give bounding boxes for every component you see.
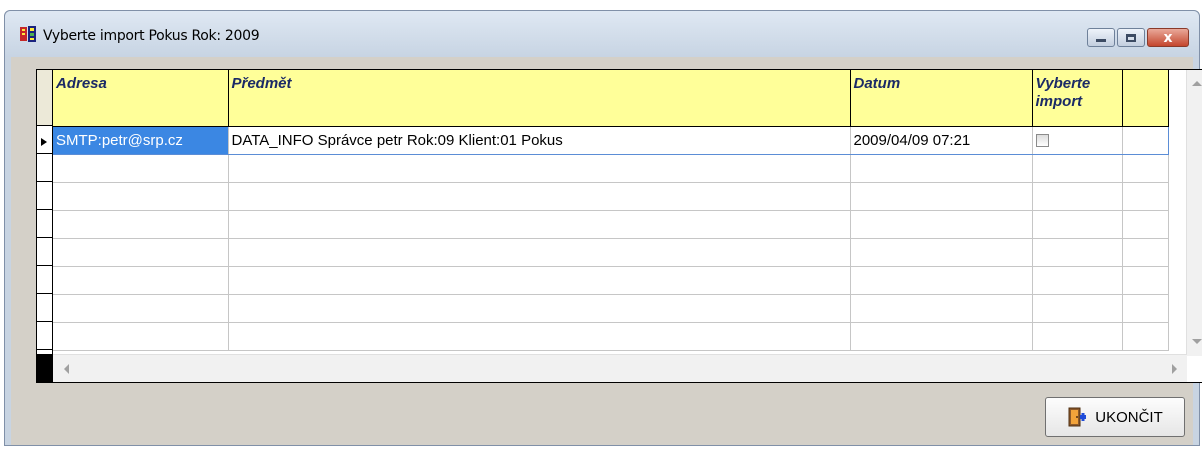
empty-cell[interactable]: [850, 322, 1033, 351]
row-indicator[interactable]: [37, 322, 52, 350]
empty-cell[interactable]: [228, 294, 851, 323]
table-row[interactable]: [53, 182, 1169, 211]
column-header-2[interactable]: Datum: [850, 70, 1033, 127]
row-indicator[interactable]: [37, 126, 52, 154]
empty-cell[interactable]: [850, 182, 1033, 211]
scroll-left-icon: [63, 364, 69, 374]
column-header-0[interactable]: Adresa: [53, 70, 229, 127]
empty-cell[interactable]: [1122, 322, 1169, 351]
empty-cell[interactable]: [1032, 210, 1123, 239]
scroll-down-button[interactable]: [1188, 332, 1202, 350]
scroll-left-button[interactable]: [57, 360, 75, 378]
empty-cell[interactable]: [53, 266, 229, 295]
empty-cell[interactable]: [1122, 154, 1169, 183]
scroll-right-icon: [1171, 364, 1177, 374]
data-table: Adresa Předmět Datum Vyberte import SMTP:pe…: [53, 70, 1169, 351]
table-row[interactable]: [53, 322, 1169, 351]
table-row[interactable]: [53, 238, 1169, 267]
cell-predmet[interactable]: DATA_INFO Správce petr Rok:09 Klient:01 …: [228, 125, 851, 155]
close-button[interactable]: x: [1147, 28, 1189, 47]
maximize-button[interactable]: [1117, 28, 1145, 47]
empty-cell[interactable]: [1122, 182, 1169, 211]
email-grid: Adresa Předmět Datum Vyberte import SMTP:pe…: [36, 69, 1202, 383]
select-import-checkbox[interactable]: [1035, 134, 1049, 148]
cell-datum[interactable]: 2009/04/09 07:21: [850, 125, 1033, 155]
minimize-icon: [1096, 39, 1106, 42]
row-indicator-column: [37, 70, 53, 356]
close-icon: x: [1163, 29, 1173, 46]
row-indicator[interactable]: [37, 238, 52, 266]
empty-cell[interactable]: [228, 238, 851, 267]
window-controls: x: [1087, 28, 1189, 47]
header-row: Adresa Předmět Datum Vyberte import: [53, 70, 1169, 127]
app-icon: [20, 26, 36, 42]
column-header-3[interactable]: Vyberte import: [1032, 70, 1123, 127]
row-indicator[interactable]: [37, 182, 52, 210]
empty-cell[interactable]: [1032, 238, 1123, 267]
empty-cell[interactable]: [850, 210, 1033, 239]
table-row[interactable]: SMTP:petr@srp.cz DATA_INFO Správce petr R…: [53, 125, 1169, 155]
grid-corner: [37, 354, 53, 382]
minimize-button[interactable]: [1087, 28, 1115, 47]
window-frame: Vyberte import Pokus Rok: 2009 x Adresa …: [4, 10, 1202, 446]
horizontal-scrollbar[interactable]: [53, 354, 1187, 382]
empty-cell[interactable]: [1122, 210, 1169, 239]
empty-cell[interactable]: [850, 266, 1033, 295]
column-header-1[interactable]: Předmět: [228, 70, 851, 127]
empty-cell[interactable]: [1032, 182, 1123, 211]
empty-cell[interactable]: [1032, 322, 1123, 351]
current-row-arrow-icon: [41, 138, 47, 146]
table-row[interactable]: [53, 210, 1169, 239]
window-title: Vyberte import Pokus Rok: 2009: [43, 28, 260, 44]
scroll-right-button[interactable]: [1165, 360, 1183, 378]
scroll-down-icon: [1192, 338, 1202, 344]
empty-cell[interactable]: [1122, 294, 1169, 323]
scroll-up-button[interactable]: [1188, 74, 1202, 92]
empty-cell[interactable]: [53, 294, 229, 323]
row-indicator[interactable]: [37, 266, 52, 294]
window-client-area: Adresa Předmět Datum Vyberte import SMTP:pe…: [11, 57, 1202, 445]
exit-door-icon: [1068, 407, 1087, 427]
row-indicator[interactable]: [37, 210, 52, 238]
column-header-4[interactable]: [1122, 70, 1169, 127]
table-body: SMTP:petr@srp.cz DATA_INFO Správce petr R…: [53, 125, 1169, 351]
empty-cell[interactable]: [53, 238, 229, 267]
end-button[interactable]: UKONČIT: [1045, 397, 1185, 437]
empty-cell[interactable]: [1032, 266, 1123, 295]
scroll-up-icon: [1192, 80, 1202, 86]
empty-cell[interactable]: [1122, 266, 1169, 295]
empty-cell[interactable]: [228, 266, 851, 295]
empty-cell[interactable]: [850, 154, 1033, 183]
end-button-label: UKONČIT: [1095, 408, 1163, 426]
empty-cell[interactable]: [850, 238, 1033, 267]
table-row[interactable]: [53, 294, 1169, 323]
cell-adresa[interactable]: SMTP:petr@srp.cz: [53, 125, 229, 155]
row-indicator[interactable]: [37, 154, 52, 182]
empty-cell[interactable]: [53, 322, 229, 351]
empty-cell[interactable]: [53, 154, 229, 183]
indicator-header: [37, 70, 52, 126]
cell-vyberte-import: [1032, 125, 1123, 155]
maximize-icon: [1126, 33, 1136, 42]
title-bar[interactable]: Vyberte import Pokus Rok: 2009 x: [5, 11, 1199, 57]
app-window: Vyberte import Pokus Rok: 2009 x Adresa …: [0, 0, 1202, 450]
empty-cell[interactable]: [228, 154, 851, 183]
empty-cell[interactable]: [1122, 238, 1169, 267]
empty-cell[interactable]: [53, 182, 229, 211]
table-row[interactable]: [53, 266, 1169, 295]
table-row[interactable]: [53, 154, 1169, 183]
vertical-scrollbar[interactable]: [1186, 70, 1202, 356]
empty-cell[interactable]: [850, 294, 1033, 323]
empty-cell[interactable]: [228, 210, 851, 239]
row-indicator[interactable]: [37, 294, 52, 322]
empty-cell[interactable]: [53, 210, 229, 239]
empty-cell[interactable]: [228, 322, 851, 351]
grid-viewport: Adresa Předmět Datum Vyberte import SMTP:pe…: [37, 70, 1187, 356]
empty-cell[interactable]: [228, 182, 851, 211]
empty-cell[interactable]: [1032, 294, 1123, 323]
cell-extra: [1122, 125, 1169, 155]
empty-cell[interactable]: [1032, 154, 1123, 183]
